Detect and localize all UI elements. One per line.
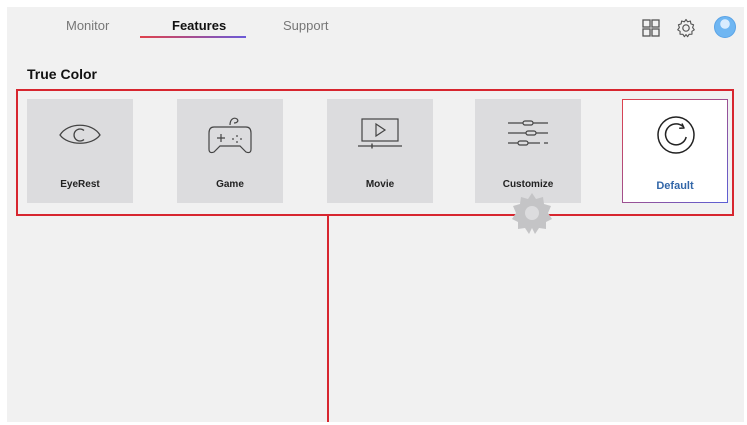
mode-tile-default[interactable]: Default — [622, 99, 728, 203]
tab-features[interactable]: Features — [172, 18, 226, 33]
tile-label-row: Customize — [475, 179, 581, 234]
settings-gear-icon[interactable] — [675, 17, 697, 39]
tile-label: Game — [216, 179, 244, 190]
mode-tile-game[interactable]: Game — [177, 99, 283, 203]
tab-monitor[interactable]: Monitor — [66, 18, 109, 33]
tab-support[interactable]: Support — [283, 18, 329, 33]
mode-tile-eyerest[interactable]: EyeRest — [27, 99, 133, 203]
mode-tile-customize[interactable]: Customize — [475, 99, 581, 234]
active-tab-underline — [140, 36, 246, 38]
app-window: Monitor Features Support True Color EyeR… — [7, 7, 744, 422]
reset-icon — [657, 116, 695, 154]
gamepad-icon — [208, 117, 252, 154]
highlight-connector-line — [327, 216, 329, 422]
eye-icon — [59, 124, 101, 144]
gear-icon[interactable] — [506, 191, 558, 235]
tile-label: Default — [656, 180, 694, 192]
mode-tile-movie[interactable]: Movie — [327, 99, 433, 203]
tile-label: EyeRest — [60, 179, 100, 190]
tile-label: Movie — [365, 179, 395, 190]
grid-icon[interactable] — [640, 17, 662, 39]
tile-label: Customize — [502, 179, 554, 190]
section-title: True Color — [27, 66, 98, 82]
user-avatar-icon[interactable] — [714, 16, 736, 38]
sliders-icon — [508, 120, 548, 146]
movie-icon — [358, 118, 402, 149]
